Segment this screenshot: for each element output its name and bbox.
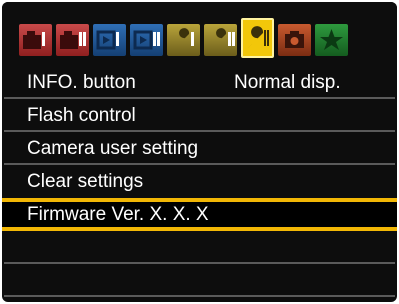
empty-row (2, 231, 397, 264)
menu-item-firmware-version[interactable]: Firmware Ver. X. X. X (2, 198, 397, 231)
empty-row (2, 264, 397, 297)
tab-setup-1[interactable] (167, 24, 200, 56)
playback-icon (133, 30, 160, 50)
tab-shooting-2[interactable] (56, 24, 89, 56)
menu-item-camera-user-setting[interactable]: Camera user setting (2, 132, 397, 165)
tab-setup-3[interactable] (241, 18, 274, 58)
wrench-icon (175, 28, 194, 48)
camera-icon (23, 31, 45, 49)
menu-item-flash-control[interactable]: Flash control (2, 99, 397, 132)
camera-icon (60, 31, 86, 49)
menu-item-value: Normal disp. (234, 72, 341, 93)
menu-item-clear-settings[interactable]: Clear settings (2, 165, 397, 198)
star-icon (320, 29, 343, 50)
tab-custom-functions[interactable] (278, 24, 311, 56)
tab-setup-2[interactable] (204, 24, 237, 56)
tab-shooting-1[interactable] (19, 24, 52, 56)
wrench-icon (248, 26, 269, 48)
menu-item-label: Flash control (27, 105, 136, 126)
menu-tab-bar (2, 2, 397, 66)
tab-playback-2[interactable] (130, 24, 163, 56)
camera-lcd-screen: INFO. button Normal disp. Flash control … (2, 2, 397, 302)
menu-item-label: Camera user setting (27, 138, 199, 159)
wrench-icon (212, 28, 235, 48)
setup-menu-list: INFO. button Normal disp. Flash control … (2, 66, 397, 297)
playback-icon (96, 30, 119, 50)
menu-item-label: Clear settings (27, 171, 144, 192)
tab-my-menu[interactable] (315, 24, 348, 56)
divider (4, 295, 395, 297)
menu-item-info-button[interactable]: INFO. button Normal disp. (2, 66, 397, 99)
custom-functions-icon (285, 31, 304, 48)
menu-item-label: INFO. button (27, 72, 136, 93)
tab-playback-1[interactable] (93, 24, 126, 56)
